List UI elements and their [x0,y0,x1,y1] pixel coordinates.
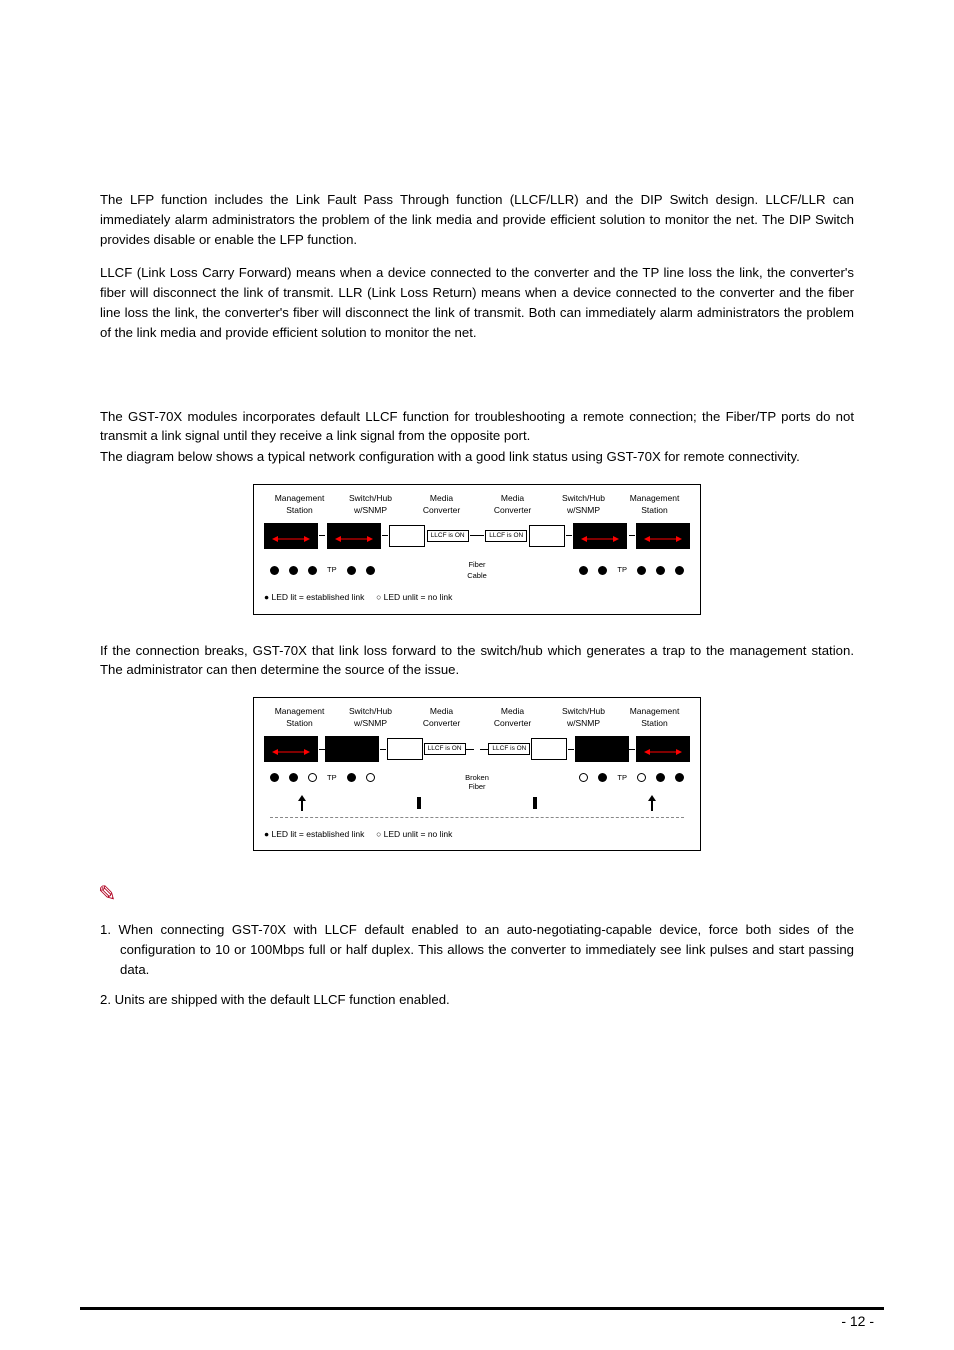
diagram-legend: ● LED lit = established link ○ LED unlit… [264,828,690,841]
col-label: Media [406,493,477,505]
led-lit-icon [598,773,607,782]
led-lit-icon [270,566,279,575]
paragraph-3: The GST-70X modules incorporates default… [100,407,854,445]
legend-unlit: ○ LED unlit = no link [376,592,452,602]
mgmt-station-right [636,523,690,549]
col-label: Management [619,706,690,718]
led-lit-icon [598,566,607,575]
col-label: Media [477,493,548,505]
col-label: Media [406,706,477,718]
led-lit-icon [656,773,665,782]
col-label: Media [477,706,548,718]
col-label: Management [264,706,335,718]
col-sublabel: Converter [477,718,548,730]
paragraph-5: If the connection breaks, GST-70X that l… [100,641,854,679]
fault-path-line [270,817,684,818]
media-converter-left [389,525,425,547]
media-converter-right [531,738,567,760]
led-lit-icon [656,566,665,575]
led-lit-icon [347,566,356,575]
led-lit-icon [579,566,588,575]
cable-label: Cable [467,570,487,581]
note-2: 2. Units are shipped with the default LL… [100,990,854,1010]
col-label: Management [264,493,335,505]
diagram-broken-link: ManagementStation Switch/Hubw/SNMP Media… [253,697,701,851]
col-label: Management [619,493,690,505]
led-unlit-icon [637,773,646,782]
led-lit-icon [675,566,684,575]
switch-hub-left [327,523,381,549]
col-sublabel: Converter [406,505,477,517]
legend-unlit: ○ LED unlit = no link [376,829,452,839]
col-label: Switch/Hub [335,706,406,718]
paragraph-2: LLCF (Link Loss Carry Forward) means whe… [100,263,854,342]
llcf-badge: LLCF is ON [424,743,466,756]
llcf-badge: LLCF is ON [427,530,469,543]
paragraph-4: The diagram below shows a typical networ… [100,447,854,466]
led-lit-icon [289,566,298,575]
page-number: - 12 - [841,1311,874,1332]
col-sublabel: w/SNMP [548,505,619,517]
tp-label: TP [617,564,627,575]
diagram-good-link: ManagementStation Switch/Hubw/SNMP Media… [253,484,701,615]
switch-hub-right [573,523,627,549]
mgmt-station-left [264,736,318,762]
fault-arrows [264,795,690,813]
col-sublabel: Converter [406,718,477,730]
mgmt-station-left [264,523,318,549]
note-pencil-icon: ✎ [98,877,854,910]
col-label: Switch/Hub [548,706,619,718]
legend-lit: ● LED lit = established link [264,829,364,839]
switch-hub-right [575,736,629,762]
led-lit-icon [347,773,356,782]
tp-label: TP [617,772,627,783]
col-label: Switch/Hub [335,493,406,505]
col-label: Switch/Hub [548,493,619,505]
led-lit-icon [270,773,279,782]
col-sublabel: Converter [477,505,548,517]
media-converter-right [529,525,565,547]
led-lit-icon [637,566,646,575]
col-sublabel: Station [619,718,690,730]
led-lit-icon [289,773,298,782]
mgmt-station-right [636,736,690,762]
note-1: 1. When connecting GST-70X with LLCF def… [100,920,854,979]
col-sublabel: w/SNMP [548,718,619,730]
tp-label: TP [327,564,337,575]
led-unlit-icon [308,773,317,782]
led-lit-icon [308,566,317,575]
led-unlit-icon [579,773,588,782]
llcf-badge: LLCF is ON [485,530,527,543]
llcf-badge: LLCF is ON [488,743,530,756]
led-lit-icon [675,773,684,782]
col-sublabel: w/SNMP [335,505,406,517]
col-sublabel: w/SNMP [335,718,406,730]
footer-rule [80,1307,884,1310]
media-converter-left [387,738,423,760]
col-sublabel: Station [264,505,335,517]
col-sublabel: Station [264,718,335,730]
notes-list: 1. When connecting GST-70X with LLCF def… [100,920,854,1009]
legend-lit: ● LED lit = established link [264,592,364,602]
paragraph-1: The LFP function includes the Link Fault… [100,190,854,249]
col-sublabel: Station [619,505,690,517]
tp-label: TP [327,772,337,783]
switch-hub-left [325,736,379,762]
fiber-label: Fiber [467,559,487,570]
led-lit-icon [366,566,375,575]
led-unlit-icon [366,773,375,782]
diagram-legend: ● LED lit = established link ○ LED unlit… [264,591,690,604]
